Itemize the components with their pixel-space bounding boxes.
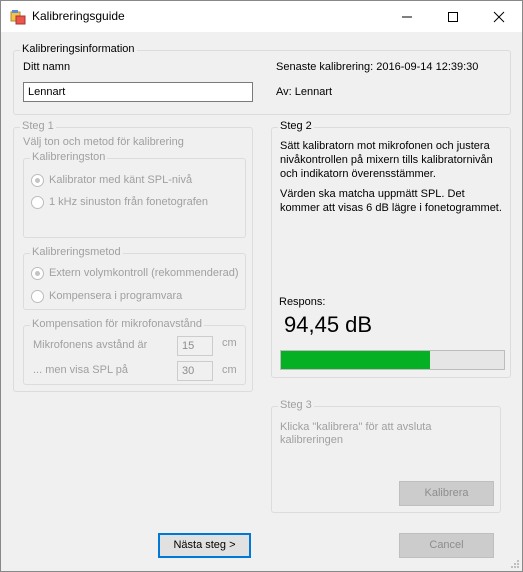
tone-sine-radio[interactable]: [31, 196, 44, 209]
minimize-button[interactable]: [384, 1, 430, 32]
maximize-icon: [448, 12, 458, 22]
response-value: 94,45 dB: [284, 312, 373, 337]
spl-unit: cm: [222, 364, 237, 376]
minimize-icon: [402, 16, 412, 18]
spl-label: ... men visa SPL på: [33, 364, 128, 376]
name-label: Ditt namn: [23, 61, 71, 73]
response-meter-fill: [281, 351, 431, 369]
response-label: Respons:: [279, 296, 326, 308]
distance-input[interactable]: 15: [177, 336, 213, 356]
tone-legend: Kalibreringston: [30, 151, 108, 163]
app-window-icon: [10, 10, 26, 25]
tone-calibrator-radio[interactable]: [31, 174, 44, 187]
window-title: Kalibreringsguide: [32, 9, 125, 23]
name-input[interactable]: Lennart: [23, 82, 253, 102]
last-calibration-text: Senaste kalibrering: 2016-09-14 12:39:30: [276, 61, 479, 73]
cancel-button[interactable]: Cancel: [399, 533, 494, 558]
close-icon: [493, 11, 505, 23]
calibrate-button[interactable]: Kalibrera: [399, 481, 494, 506]
method-external-label: Extern volymkontroll (rekommenderad): [49, 267, 239, 279]
method-software-radio[interactable]: [31, 290, 44, 303]
step2-legend: Steg 2: [278, 120, 314, 132]
step1-legend: Steg 1: [20, 120, 56, 132]
maximize-button[interactable]: [430, 1, 476, 32]
step2-note: Värden ska matcha uppmätt SPL. Det komme…: [280, 188, 502, 214]
step2-instructions: Sätt kalibratorn mot mikrofonen och just…: [280, 140, 493, 180]
distance-unit: cm: [222, 337, 237, 349]
next-step-button[interactable]: Nästa steg >: [158, 533, 251, 558]
step3-legend: Steg 3: [278, 399, 314, 411]
tone-sine-label: 1 kHz sinuston från fonetografen: [49, 196, 208, 208]
spl-input[interactable]: 30: [177, 361, 213, 381]
step3-instructions: Klicka "kalibrera" för att avsluta kalib…: [280, 421, 432, 446]
method-legend: Kalibreringsmetod: [30, 246, 123, 258]
compensation-legend: Kompensation för mikrofonavstånd: [30, 318, 204, 330]
calibration-info-legend: Kalibreringsinformation: [20, 43, 137, 55]
method-software-label: Kompensera i programvara: [49, 290, 183, 302]
method-external-radio[interactable]: [31, 267, 44, 280]
resize-grip-icon[interactable]: [509, 558, 521, 570]
tone-calibrator-label: Kalibrator med känt SPL-nivå: [49, 174, 193, 186]
step1-subtitle: Välj ton och metod för kalibrering: [23, 136, 184, 148]
response-meter: [280, 350, 505, 370]
title-bar[interactable]: Kalibreringsguide: [1, 1, 522, 32]
distance-label: Mikrofonens avstånd är: [33, 339, 148, 351]
calibration-wizard-window: Kalibreringsguide Kalibreringsinformatio…: [0, 0, 523, 572]
close-button[interactable]: [476, 1, 522, 32]
calibrated-by-text: Av: Lennart: [276, 86, 333, 98]
